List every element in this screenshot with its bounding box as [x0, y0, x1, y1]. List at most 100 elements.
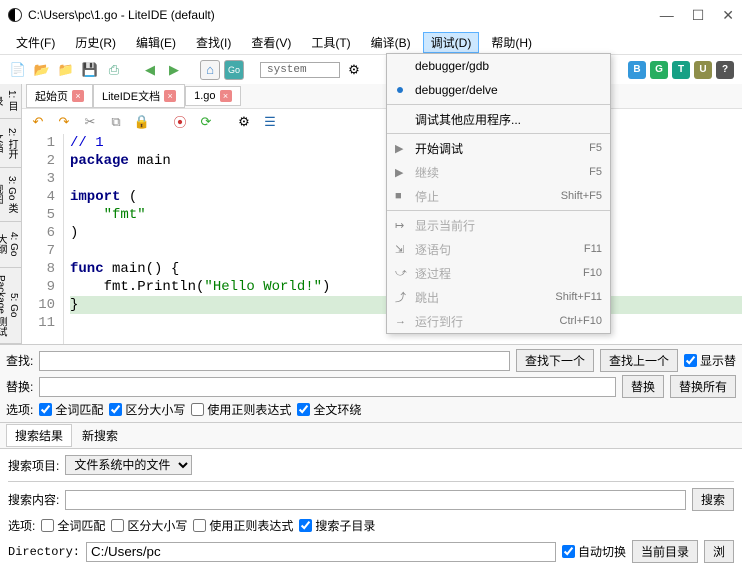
saveall-icon[interactable]: ⎙ — [104, 60, 124, 80]
list-icon[interactable]: ☰ — [260, 112, 280, 132]
env-select[interactable]: system — [260, 62, 340, 78]
browse-button[interactable]: 浏 — [704, 540, 734, 563]
find-opt[interactable]: 全文环绕 — [297, 401, 361, 418]
app-icon — [8, 8, 22, 22]
doctab[interactable]: 1.go× — [185, 86, 240, 106]
new-icon[interactable]: 📄 — [8, 60, 28, 80]
find-opt[interactable]: 使用正则表达式 — [191, 401, 291, 418]
titlebar: C:\Users\pc\1.go - LiteIDE (default) — ☐… — [0, 0, 742, 30]
search-opt[interactable]: 全词匹配 — [41, 517, 105, 534]
results-tabs: 搜索结果 新搜索 — [0, 422, 742, 448]
stop-icon[interactable]: ⦿ — [170, 112, 190, 132]
current-dir-button[interactable]: 当前目录 — [632, 540, 698, 563]
menu-文件(F)[interactable]: 文件(F) — [8, 32, 63, 53]
find-input[interactable] — [39, 351, 510, 371]
go-icon[interactable]: Go — [224, 60, 244, 80]
menu-查看(V)[interactable]: 查看(V) — [243, 32, 299, 53]
open-icon[interactable]: 📂 — [32, 60, 52, 80]
search-opts-label: 选项: — [8, 517, 35, 534]
copy-icon[interactable]: ⧉ — [106, 112, 126, 132]
tab-search-results[interactable]: 搜索结果 — [6, 424, 72, 447]
badge-?[interactable]: ? — [716, 61, 734, 79]
replace-input[interactable] — [39, 377, 616, 397]
search-content-input[interactable] — [65, 490, 686, 510]
menu-item: ⤴跳出Shift+F11 — [387, 285, 610, 309]
lock-icon[interactable]: 🔒 — [132, 112, 152, 132]
search-panel: 搜索项目: 文件系统中的文件 搜索内容: 搜索 选项: 全词匹配区分大小写使用正… — [0, 448, 742, 569]
find-opt[interactable]: 全词匹配 — [39, 401, 103, 418]
close-button[interactable]: ✕ — [722, 7, 734, 24]
minimize-button[interactable]: — — [660, 7, 674, 24]
menu-工具(T)[interactable]: 工具(T) — [303, 32, 358, 53]
close-tab-icon[interactable]: × — [72, 90, 84, 102]
replace-all-button[interactable]: 替换所有 — [670, 375, 736, 398]
tab-new-search[interactable]: 新搜索 — [82, 427, 118, 444]
forward-icon[interactable]: ▶ — [164, 60, 184, 80]
find-opt[interactable]: 区分大小写 — [109, 401, 185, 418]
undo-icon[interactable]: ↶ — [28, 112, 48, 132]
menu-item: ▶继续F5 — [387, 160, 610, 184]
menu-item[interactable]: 调试其他应用程序... — [387, 107, 610, 131]
menu-编辑(E)[interactable]: 编辑(E) — [128, 32, 184, 53]
gear-icon[interactable]: ⚙ — [234, 112, 254, 132]
show-replace-checkbox[interactable]: 显示替 — [684, 352, 736, 369]
find-prev-button[interactable]: 查找上一个 — [600, 349, 678, 372]
debug-menu-dropdown: debugger/gdbdebugger/delve 调试其他应用程序... ▶开始… — [386, 53, 611, 334]
save-icon[interactable]: 💾 — [80, 60, 100, 80]
doctab[interactable]: 起始页× — [26, 84, 93, 108]
menu-item: ■停止Shift+F5 — [387, 184, 610, 208]
redo-icon[interactable]: ↷ — [54, 112, 74, 132]
close-tab-icon[interactable]: × — [220, 90, 232, 102]
menu-item[interactable]: debugger/gdb — [387, 54, 610, 78]
doctab[interactable]: LiteIDE文档× — [93, 84, 185, 108]
search-opt[interactable]: 区分大小写 — [111, 517, 187, 534]
directory-input[interactable] — [86, 542, 556, 562]
replace-button[interactable]: 替换 — [622, 375, 664, 398]
directory-label: Directory: — [8, 545, 80, 559]
back-icon[interactable]: ◀ — [140, 60, 160, 80]
badge-T[interactable]: T — [672, 61, 690, 79]
menu-调试(D)[interactable]: 调试(D) — [423, 32, 480, 53]
menu-查找(I)[interactable]: 查找(I) — [188, 32, 239, 53]
editor-toolbar: ↶ ↷ ✂ ⧉ 🔒 ⦿ ⟳ ⚙ ☰ — [22, 108, 742, 134]
settings-icon[interactable]: ⚙ — [344, 60, 364, 80]
sidetab[interactable]: 2: 打开文档 — [0, 119, 21, 168]
menubar: 文件(F)历史(R)编辑(E)查找(I)查看(V)工具(T)编译(B)调试(D)… — [0, 30, 742, 54]
search-opt[interactable]: 使用正则表达式 — [193, 517, 293, 534]
find-next-button[interactable]: 查找下一个 — [516, 349, 594, 372]
badge-U[interactable]: U — [694, 61, 712, 79]
menu-编译(B)[interactable]: 编译(B) — [363, 32, 419, 53]
sidetab[interactable]: 1: 目录 — [0, 84, 21, 119]
search-opt[interactable]: 搜索子目录 — [299, 517, 375, 534]
sidetab[interactable]: 3: Go 类视图 — [0, 168, 21, 222]
window-title: C:\Users\pc\1.go - LiteIDE (default) — [28, 8, 215, 22]
search-button[interactable]: 搜索 — [692, 488, 734, 511]
home-icon[interactable]: ⌂ — [200, 60, 220, 80]
cut-icon[interactable]: ✂ — [80, 112, 100, 132]
search-project-select[interactable]: 文件系统中的文件 — [65, 455, 192, 475]
menu-item: →运行到行Ctrl+F10 — [387, 309, 610, 333]
menu-item: ⇲逐语句F11 — [387, 237, 610, 261]
menu-item[interactable]: debugger/delve — [387, 78, 610, 102]
menu-帮助(H)[interactable]: 帮助(H) — [483, 32, 540, 53]
code-editor[interactable]: 1234567891011 // 1package mainimport ( "… — [22, 134, 742, 344]
refresh-icon[interactable]: ⟳ — [196, 112, 216, 132]
search-content-label: 搜索内容: — [8, 491, 59, 508]
menu-历史(R)[interactable]: 历史(R) — [67, 32, 124, 53]
badge-G[interactable]: G — [650, 61, 668, 79]
toolbar: 📄 📂 📁 💾 ⎙ ◀ ▶ ⌂ Go system ⚙ BGTU? — [0, 54, 742, 84]
sidetab[interactable]: 5: Go Package 测试 — [0, 268, 21, 344]
search-project-label: 搜索项目: — [8, 457, 59, 474]
options-label: 选项: — [6, 401, 33, 418]
menu-item[interactable]: ▶开始调试F5 — [387, 136, 610, 160]
folder-icon[interactable]: 📁 — [56, 60, 76, 80]
find-replace-panel: 查找: 查找下一个 查找上一个 显示替 替换: 替换 替换所有 选项: 全词匹配… — [0, 344, 742, 422]
close-tab-icon[interactable]: × — [164, 90, 176, 102]
sidetab[interactable]: 4: Go 大纲 — [0, 222, 21, 268]
menu-item: ↦显示当前行 — [387, 213, 610, 237]
menu-item: ⤻逐过程F10 — [387, 261, 610, 285]
maximize-button[interactable]: ☐ — [692, 7, 705, 24]
autoswitch-checkbox[interactable]: 自动切换 — [562, 543, 626, 560]
badge-B[interactable]: B — [628, 61, 646, 79]
find-label: 查找: — [6, 352, 33, 369]
